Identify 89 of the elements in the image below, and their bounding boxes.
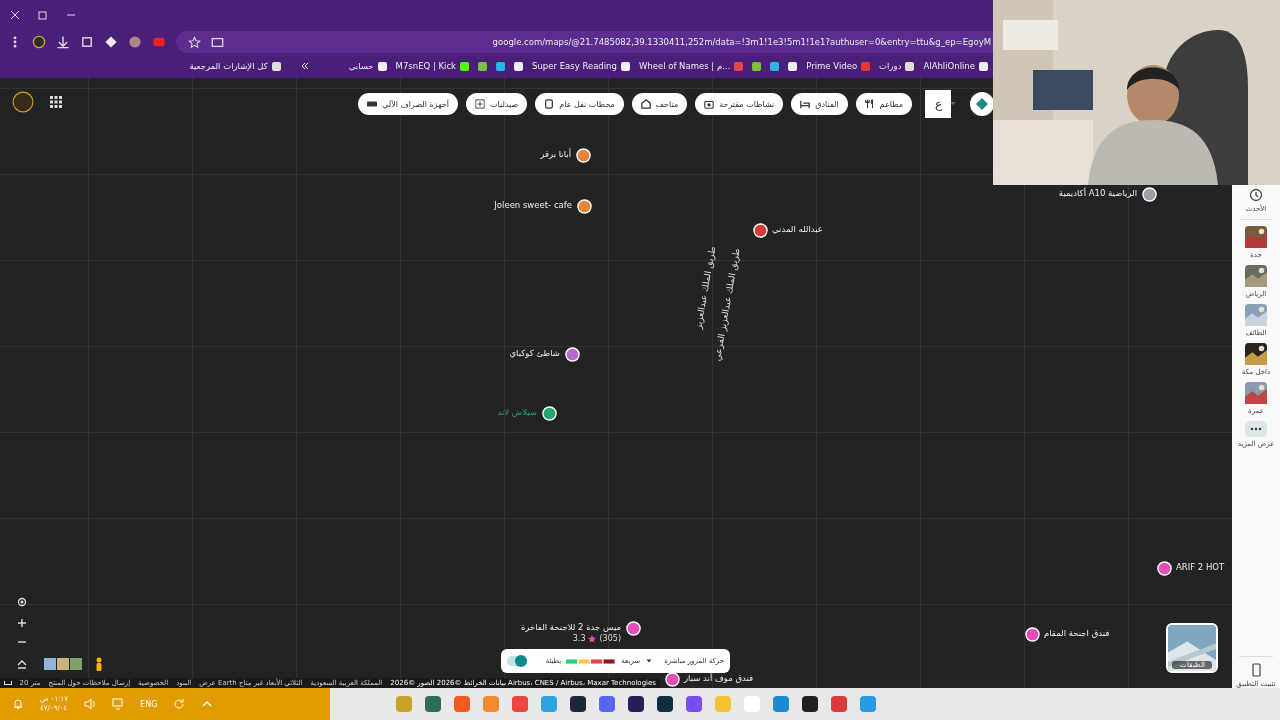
app-tile-icon[interactable] bbox=[686, 696, 702, 712]
bookmark[interactable]: AlAhliOnline bbox=[923, 61, 988, 71]
app-tile-icon[interactable] bbox=[860, 696, 876, 712]
place-name[interactable]: ARIF 2 HOT bbox=[1176, 561, 1225, 574]
fork-knife-icon bbox=[864, 99, 875, 109]
restore-icon[interactable] bbox=[38, 10, 48, 20]
app-tile-icon[interactable] bbox=[425, 696, 441, 712]
map-pin-icon[interactable] bbox=[542, 406, 557, 421]
bed-icon bbox=[800, 99, 811, 109]
site-icon bbox=[620, 61, 630, 71]
app-tile-icon[interactable] bbox=[773, 696, 789, 712]
close-icon[interactable] bbox=[10, 10, 20, 20]
category-chip[interactable]: الفنادق bbox=[791, 93, 848, 115]
star-icon bbox=[188, 35, 201, 49]
map-pin-icon[interactable] bbox=[1025, 627, 1040, 642]
category-chip[interactable]: أجهزة الصراف الآلي bbox=[358, 93, 459, 115]
map-pin-icon[interactable] bbox=[753, 223, 768, 238]
place-name[interactable]: فندق اجنحة المقام bbox=[1044, 627, 1110, 640]
place-name[interactable]: Joleen sweet- cafe bbox=[494, 199, 572, 212]
site-icon bbox=[377, 61, 387, 71]
bookmark[interactable]: دورات bbox=[879, 61, 915, 71]
app-tile-icon[interactable] bbox=[512, 696, 528, 712]
road-name: طريق الملك عبدالعزيز bbox=[693, 245, 718, 330]
zoom-in-icon[interactable] bbox=[16, 617, 28, 629]
star-icon bbox=[588, 634, 597, 643]
app-tile-icon[interactable] bbox=[483, 696, 499, 712]
place-name[interactable]: عبدالله المدني bbox=[772, 223, 823, 236]
bookmark[interactable]: Super Easy Reading bbox=[532, 61, 630, 71]
more-icon bbox=[1245, 421, 1267, 437]
download-icon[interactable] bbox=[56, 35, 70, 49]
map-pin-icon[interactable] bbox=[576, 148, 591, 163]
building-icon bbox=[640, 99, 651, 109]
chevron-icon[interactable] bbox=[299, 61, 310, 71]
map-pin-icon[interactable] bbox=[565, 347, 580, 362]
review-count: (305) bbox=[599, 634, 621, 643]
category-chip[interactable]: نشاطات مقترحة bbox=[695, 93, 784, 115]
traffic-toggle[interactable] bbox=[507, 656, 527, 666]
category-chip[interactable]: متاحف bbox=[631, 93, 688, 115]
site-icon bbox=[861, 61, 871, 71]
pegman-icon[interactable] bbox=[95, 657, 103, 671]
app-tile-icon[interactable] bbox=[628, 696, 644, 712]
bookmark[interactable]: Prime Video bbox=[806, 61, 871, 71]
cross-icon bbox=[475, 99, 486, 109]
bookmark[interactable]: M7snEQ | Kick bbox=[395, 61, 470, 71]
place-name[interactable]: شاطئ كوكباي bbox=[509, 347, 560, 360]
phone-icon bbox=[1249, 663, 1263, 677]
caret-icon[interactable] bbox=[645, 657, 654, 665]
map-pin-icon[interactable] bbox=[626, 621, 641, 636]
place-name[interactable]: أكاديمية A10 الرياضية bbox=[1058, 187, 1137, 200]
directions-button[interactable] bbox=[970, 92, 994, 116]
app-tile-icon[interactable] bbox=[541, 696, 557, 712]
map-pin-icon[interactable] bbox=[1157, 561, 1172, 576]
address-bar[interactable]: google.com/maps/@21.7485082,39.1330411,252m/data=!3m1!1e3!5m1!1e1?authuser=0&entry=ttu&g_ep=EgoyM bbox=[176, 31, 993, 53]
bookmark[interactable]: Wheel of Names | م... bbox=[638, 61, 744, 71]
apps-grid-icon[interactable] bbox=[50, 96, 62, 108]
traffic-legend-icon bbox=[566, 658, 617, 664]
avatar-icon[interactable] bbox=[12, 91, 34, 113]
app-tile-icon[interactable] bbox=[599, 696, 615, 712]
app-tile-icon[interactable] bbox=[715, 696, 731, 712]
map-pin-icon[interactable] bbox=[1142, 187, 1157, 202]
diamond-icon[interactable] bbox=[104, 35, 118, 49]
url-text: google.com/maps/@21.7485082,39.1330411,252m/data=!3m1!1e3!5m1!1e1?authuser=0&entry=ttu&g_ep=EgoyM bbox=[492, 37, 992, 47]
category-chip[interactable]: مطاعم bbox=[855, 93, 912, 115]
bookmark[interactable]: حسابي bbox=[348, 61, 387, 71]
app-tile-icon[interactable] bbox=[802, 696, 818, 712]
map-canvas[interactable] bbox=[0, 78, 1232, 688]
app-tile-icon[interactable] bbox=[831, 696, 847, 712]
site-icon bbox=[979, 61, 988, 71]
app-tile-icon[interactable] bbox=[570, 696, 586, 712]
bookmark[interactable]: كل الإشارات المرجعية bbox=[189, 61, 281, 71]
app-tile-icon[interactable] bbox=[454, 696, 470, 712]
place-name[interactable]: ميس جدة 2 للاجنحة الفاخرة bbox=[520, 621, 621, 634]
scale-bar bbox=[4, 681, 12, 685]
place-name[interactable]: سبلاش لاند bbox=[497, 406, 537, 419]
app-tile-icon[interactable] bbox=[657, 696, 673, 712]
map-pin-icon[interactable] bbox=[577, 199, 592, 214]
place-name[interactable]: أبانا برقر bbox=[540, 148, 571, 161]
category-chip[interactable]: صيدليات bbox=[466, 93, 528, 115]
rating-text: 3.3 bbox=[572, 634, 586, 643]
place-name[interactable]: فندق موف أند سبار bbox=[684, 672, 754, 685]
history-icon bbox=[1249, 188, 1263, 202]
map-pin-icon[interactable] bbox=[665, 672, 680, 687]
locate-icon[interactable] bbox=[16, 596, 28, 608]
category-chip[interactable]: محطات نقل عام bbox=[535, 93, 624, 115]
app-tile-icon[interactable] bbox=[396, 696, 412, 712]
input-tools-button[interactable]: ع bbox=[925, 90, 951, 118]
screen-icon bbox=[211, 35, 224, 49]
camera-icon bbox=[704, 99, 715, 109]
expand-icon[interactable] bbox=[16, 658, 28, 670]
